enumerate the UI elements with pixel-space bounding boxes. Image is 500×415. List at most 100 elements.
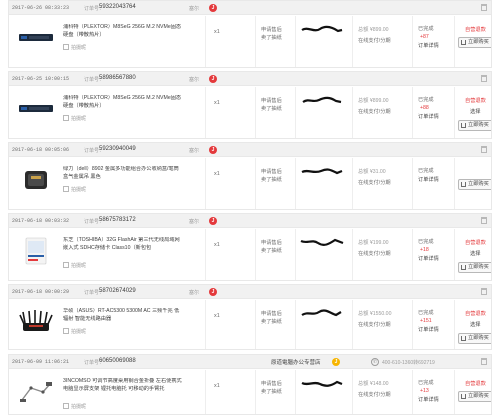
choose-link[interactable]: 选择 [470, 250, 480, 257]
delete-icon[interactable] [481, 217, 487, 224]
order-status: 已完成 [418, 26, 434, 32]
chat-icon[interactable]: J [332, 358, 340, 366]
payment-type: 在线支付/分期 [358, 109, 391, 115]
snapshot-link[interactable]: 拍摄昵 [63, 186, 86, 193]
chat-icon[interactable]: J [209, 146, 217, 154]
order-number: 58702674029 [99, 288, 136, 294]
order-status: 已完成 [418, 380, 434, 386]
points-earned: +88 [420, 105, 429, 111]
order-date: 2017-06-26 08:33:23 [12, 5, 70, 11]
chat-icon[interactable]: J [209, 217, 217, 225]
buy-again-button[interactable]: 立即购买 [458, 179, 491, 190]
order-body: 绿力（dell）8902 金属多功能组合办公收纳盒/笔筒 盒气金属吊 黑色 拍摄… [9, 158, 491, 209]
after-sale-links[interactable]: 申请售后 卖了抽纸 [261, 380, 282, 396]
order-total: 总额 ¥1550.00 [358, 311, 392, 317]
snapshot-link[interactable]: 拍摄昵 [63, 328, 86, 335]
refund-link[interactable]: 自营退款 [465, 239, 486, 246]
order-detail-link[interactable]: 订单详情 [418, 42, 439, 49]
snapshot-link[interactable]: 拍摄昵 [63, 403, 86, 410]
order-detail-link[interactable]: 订单详情 [418, 176, 439, 183]
after-sale-links[interactable]: 申请售后 卖了抽纸 [261, 310, 282, 326]
refund-link[interactable]: 自营退款 [465, 380, 486, 387]
product-thumbnail[interactable] [18, 379, 54, 405]
cart-icon [461, 265, 466, 270]
shop-name[interactable]: 原道電腦办公专营店 [271, 358, 321, 366]
after-sale-links[interactable]: 申请售后 卖了抽纸 [261, 168, 282, 184]
product-name-link[interactable]: 3INCOMSO 可调节高度桌用钢合金折叠 左右便携式电脑显示屏支架 锂托电脑托… [63, 378, 183, 393]
after-sale-links[interactable]: 申请售后 卖了抽纸 [261, 239, 282, 255]
cart-icon [461, 336, 466, 341]
order-date: 2017-06-18 00:00:29 [12, 289, 70, 295]
product-name-link[interactable]: 华硕（ASUS）RT-AC5300 5300M AC 三频千兆 低辐射 智能无线… [63, 308, 183, 323]
points-earned: +87 [420, 34, 429, 40]
buy-again-button[interactable]: 立即购买 [458, 262, 491, 273]
order-card: 2017-06-25 10:00:15 订单号： 58986567880 塞尔 … [8, 71, 492, 139]
refund-link[interactable]: 自营退款 [465, 97, 486, 104]
snapshot-link[interactable]: 拍摄昵 [63, 115, 86, 122]
order-detail-link[interactable]: 订单详情 [418, 396, 439, 403]
snapshot-icon [63, 403, 69, 409]
chat-icon[interactable]: J [209, 4, 217, 12]
cart-icon [461, 123, 466, 128]
delete-icon[interactable] [481, 75, 487, 82]
payment-type: 在线支付/分期 [358, 38, 391, 44]
product-thumbnail[interactable] [18, 25, 54, 51]
buy-again-button[interactable]: 立即购买 [458, 391, 491, 402]
buy-again-button[interactable]: 立即购买 [458, 120, 491, 131]
product-thumbnail[interactable] [18, 309, 54, 335]
snapshot-icon [63, 328, 69, 334]
after-sale-links[interactable]: 申请售后 卖了抽纸 [261, 97, 282, 113]
order-status: 已完成 [418, 97, 434, 103]
buyer-name-redacted [300, 238, 344, 246]
buyer-name-redacted [301, 309, 342, 317]
seller-label: 塞尔 [189, 148, 200, 154]
product-thumbnail[interactable] [18, 237, 54, 265]
refund-link[interactable]: 自营退款 [465, 310, 486, 317]
order-header: 2017-06-25 10:00:15 订单号： 58986567880 塞尔 … [9, 72, 491, 86]
quantity: x1 [214, 29, 220, 35]
quantity: x1 [214, 313, 220, 319]
order-date: 2017-06-18 00:05:06 [12, 147, 70, 153]
order-total: 总额 ¥899.00 [358, 98, 389, 104]
product-thumbnail[interactable] [18, 167, 54, 193]
refund-link[interactable]: 自营退款 [465, 26, 486, 33]
product-name-link[interactable]: 东芝（TOSHIBA）32G FlashAir 第三代无线局域网嵌入式 SDHC… [63, 237, 183, 252]
delete-icon[interactable] [481, 146, 487, 153]
snapshot-link[interactable]: 拍摄昵 [63, 262, 86, 269]
order-detail-link[interactable]: 订单详情 [418, 255, 439, 262]
order-total: 总额 ¥199.00 [358, 240, 389, 246]
buyer-name-redacted [301, 25, 343, 33]
points-earned: +151 [420, 318, 432, 324]
order-number: 59230940049 [99, 146, 136, 152]
delete-icon[interactable] [481, 358, 487, 365]
order-detail-link[interactable]: 订单详情 [418, 326, 439, 333]
product-thumbnail[interactable] [18, 96, 54, 122]
product-name-link[interactable]: 绿力（dell）8902 金属多功能组合办公收纳盒/笔筒 盒气金属吊 黑色 [63, 166, 183, 181]
points-earned: +18 [420, 247, 429, 253]
product-name-link[interactable]: 浦科特（PLEXTOR）M8SeG 256G M.2 NVMe固态硬盘（带散热片… [63, 24, 183, 39]
delete-icon[interactable] [481, 288, 487, 295]
order-detail-link[interactable]: 订单详情 [418, 113, 439, 120]
choose-link[interactable]: 选择 [470, 108, 480, 115]
buy-again-button[interactable]: 立即购买 [458, 37, 491, 48]
snapshot-icon [63, 186, 69, 192]
order-card: 2017-06-09 11:06:21 订单号： 60650069088 原道電… [8, 354, 492, 415]
seller-label: 塞尔 [189, 77, 200, 83]
delete-icon[interactable] [481, 4, 487, 11]
order-number: 59322043764 [99, 4, 136, 10]
buyer-name-redacted [302, 96, 342, 104]
seller-label: 塞尔 [189, 219, 200, 225]
order-status: 已完成 [418, 168, 434, 174]
seller-label: 塞尔 [189, 6, 200, 12]
product-name-link[interactable]: 浦科特（PLEXTOR）M8SeG 256G M.2 NVMe固态硬盘（带散热片… [63, 95, 183, 110]
cart-icon [461, 394, 466, 399]
buy-again-button[interactable]: 立即购买 [458, 333, 491, 344]
after-sale-links[interactable]: 申请售后 卖了抽纸 [261, 26, 282, 42]
choose-link[interactable]: 选择 [470, 321, 480, 328]
snapshot-link[interactable]: 拍摄昵 [63, 44, 86, 51]
chat-icon[interactable]: J [209, 288, 217, 296]
quantity: x1 [214, 171, 220, 177]
payment-type: 在线支付/分期 [358, 392, 391, 398]
order-date: 2017-06-18 00:03:32 [12, 218, 70, 224]
chat-icon[interactable]: J [209, 75, 217, 83]
